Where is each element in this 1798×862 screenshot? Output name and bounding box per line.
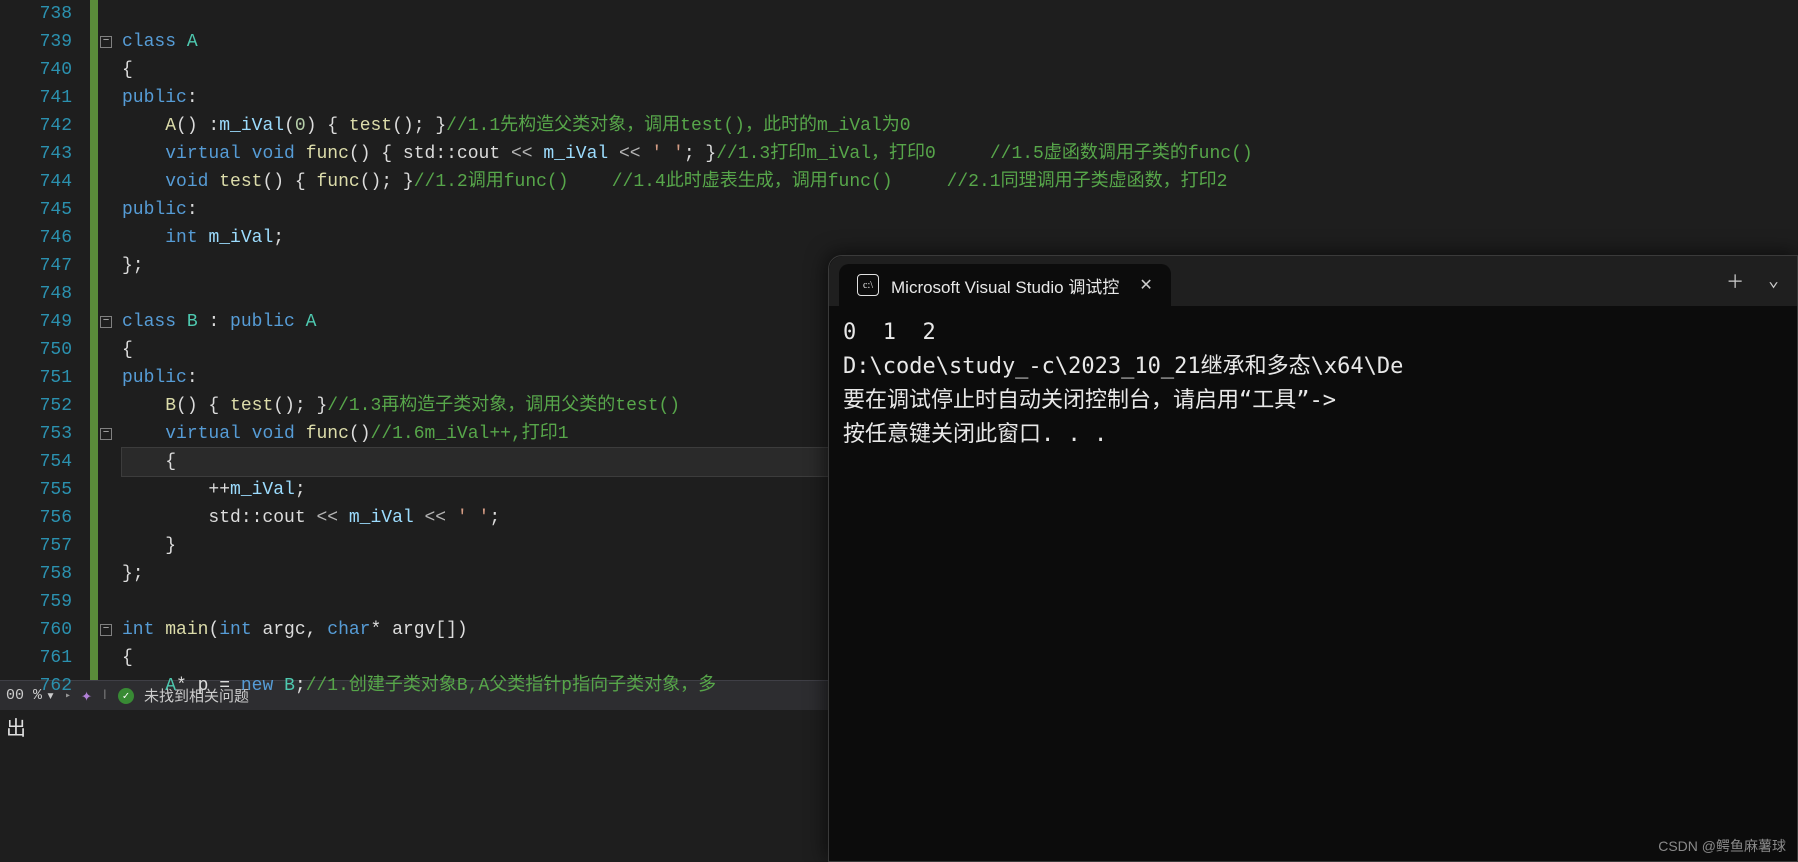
line-number: 760	[0, 616, 72, 644]
line-number: 741	[0, 84, 72, 112]
line-number: 752	[0, 392, 72, 420]
zoom-level[interactable]: 00 % ▾	[6, 686, 55, 705]
line-number: 758	[0, 560, 72, 588]
code-line[interactable]: void test() { func(); }//1.2调用func() //1…	[122, 168, 1798, 196]
line-number-gutter: 7387397407417427437447457467477487497507…	[0, 0, 90, 680]
code-line[interactable]: int m_iVal;	[122, 224, 1798, 252]
code-line[interactable]: A() :m_iVal(0) { test(); }//1.1先构造父类对象，调…	[122, 112, 1798, 140]
line-number: 743	[0, 140, 72, 168]
terminal-icon: c:\	[857, 274, 879, 296]
line-number: 754	[0, 448, 72, 476]
fold-column: − − − −	[98, 0, 116, 680]
code-line[interactable]: {	[122, 56, 1798, 84]
line-number: 738	[0, 0, 72, 28]
zoom-dropdown-icon[interactable]: ▾	[46, 686, 55, 705]
line-number: 755	[0, 476, 72, 504]
line-number: 753	[0, 420, 72, 448]
console-tab-title: Microsoft Visual Studio 调试控	[891, 273, 1119, 298]
watermark: CSDN @鳄鱼麻薯球	[1658, 836, 1786, 856]
code-line[interactable]: public:	[122, 196, 1798, 224]
close-icon[interactable]: ✕	[1139, 275, 1152, 295]
code-line[interactable]: virtual void func() { std::cout << m_iVa…	[122, 140, 1798, 168]
line-number: 747	[0, 252, 72, 280]
console-titlebar[interactable]: c:\ Microsoft Visual Studio 调试控 ✕ ＋ ⌄	[829, 256, 1797, 306]
line-number: 745	[0, 196, 72, 224]
code-line[interactable]: class A	[122, 28, 1798, 56]
tab-dropdown-icon[interactable]: ⌄	[1768, 270, 1779, 292]
line-number: 759	[0, 588, 72, 616]
line-number: 750	[0, 336, 72, 364]
line-number: 740	[0, 56, 72, 84]
line-number: 749	[0, 308, 72, 336]
fold-toggle-icon[interactable]: −	[100, 36, 112, 48]
console-tab[interactable]: c:\ Microsoft Visual Studio 调试控 ✕	[839, 264, 1171, 306]
fold-toggle-icon[interactable]: −	[100, 316, 112, 328]
line-number: 742	[0, 112, 72, 140]
line-number: 751	[0, 364, 72, 392]
chevron-icon: ▸	[65, 690, 71, 702]
fold-toggle-icon[interactable]: −	[100, 624, 112, 636]
intellicode-icon[interactable]: ✦	[81, 685, 92, 707]
console-output[interactable]: 0 1 2 D:\code\study_-c\2023_10_21继承和多态\x…	[829, 306, 1797, 861]
code-line[interactable]: public:	[122, 84, 1798, 112]
separator: |	[102, 690, 108, 701]
change-indicator-bar	[90, 0, 98, 680]
line-number: 756	[0, 504, 72, 532]
line-number: 748	[0, 280, 72, 308]
line-number: 757	[0, 532, 72, 560]
line-number: 739	[0, 28, 72, 56]
line-number: 761	[0, 644, 72, 672]
line-number: 744	[0, 168, 72, 196]
code-line[interactable]	[122, 0, 1798, 28]
debug-console-window[interactable]: c:\ Microsoft Visual Studio 调试控 ✕ ＋ ⌄ 0 …	[828, 255, 1798, 862]
new-tab-button[interactable]: ＋	[1726, 268, 1744, 294]
fold-toggle-icon[interactable]: −	[100, 428, 112, 440]
line-number: 746	[0, 224, 72, 252]
